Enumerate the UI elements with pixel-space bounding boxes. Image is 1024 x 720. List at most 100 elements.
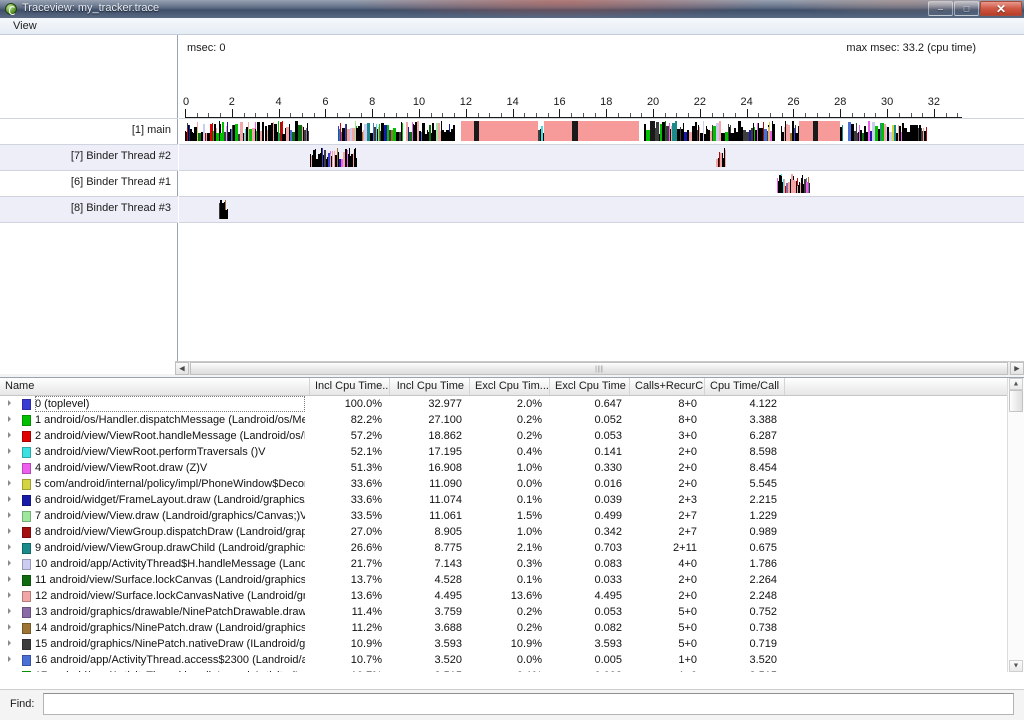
- table-row[interactable]: 12 android/view/Surface.lockCanvasNative…: [0, 588, 1007, 604]
- timeline-canvas[interactable]: msec: 0 max msec: 33.2 (cpu time) 024681…: [179, 35, 1024, 374]
- vscroll-down-arrow[interactable]: ▼: [1009, 660, 1023, 672]
- ruler-tick-major: [887, 109, 889, 117]
- expand-triangle-icon[interactable]: [8, 656, 11, 662]
- column-header-percall[interactable]: Cpu Time/Call: [705, 378, 785, 395]
- table-row[interactable]: 9 android/view/ViewGroup.drawChild (Land…: [0, 540, 1007, 556]
- column-header-inclp[interactable]: Incl Cpu Time...: [310, 378, 390, 395]
- table-row[interactable]: 7 android/view/View.draw (Landroid/graph…: [0, 508, 1007, 524]
- table-row[interactable]: 1 android/os/Handler.dispatchMessage (La…: [0, 412, 1007, 428]
- max-msec-label: max msec: 33.2 (cpu time): [846, 42, 976, 54]
- ruler-tick-minor: [255, 113, 257, 117]
- ruler-tick-minor: [688, 113, 690, 117]
- table-row[interactable]: 8 android/view/ViewGroup.dispatchDraw (L…: [0, 524, 1007, 540]
- column-header-exclp[interactable]: Excl Cpu Tim...: [470, 378, 550, 395]
- row-cell-exclp: 13.6%: [510, 590, 542, 602]
- thread-label-6[interactable]: [6] Binder Thread #1: [71, 176, 171, 188]
- minimize-button[interactable]: –: [928, 1, 953, 16]
- ruler-tick-minor: [676, 113, 678, 117]
- row-cell-exclp: 0.1%: [470, 668, 542, 672]
- table-row[interactable]: 15 android/graphics/NinePatch.nativeDraw…: [0, 636, 1007, 652]
- ruler-tick-label: 4: [275, 96, 282, 108]
- expand-triangle-icon[interactable]: [8, 640, 11, 646]
- table-row[interactable]: 11 android/view/Surface.lockCanvas (Land…: [0, 572, 1007, 588]
- hscroll-right-arrow[interactable]: ▶: [1010, 362, 1024, 375]
- table-row[interactable]: 5 com/android/internal/policy/impl/Phone…: [0, 476, 1007, 492]
- expand-triangle-icon[interactable]: [8, 400, 11, 406]
- thread-trace-block[interactable]: [777, 173, 810, 193]
- hscroll-thumb[interactable]: [190, 362, 1008, 375]
- expand-triangle-icon[interactable]: [8, 576, 11, 582]
- hscroll-left-arrow[interactable]: ◀: [175, 362, 189, 375]
- thread-label-8[interactable]: [8] Binder Thread #3: [71, 202, 171, 214]
- table-body[interactable]: 0 (toplevel) 100.0% 32.977 2.0% 0.647 8+0 4.12…: [0, 396, 1007, 672]
- thread-label-7[interactable]: [7] Binder Thread #2: [71, 150, 171, 162]
- table-vscrollbar[interactable]: ▲ ▼: [1007, 378, 1024, 672]
- expand-triangle-icon[interactable]: [8, 592, 11, 598]
- thread-trace-block[interactable]: [848, 121, 927, 141]
- table-row[interactable]: 6 android/widget/FrameLayout.draw (Landr…: [0, 492, 1007, 508]
- table-row[interactable]: 17 android/app/ActivityThread.handleLaun…: [0, 668, 1007, 672]
- row-cell-incl: 8.775: [434, 542, 462, 554]
- expand-triangle-icon[interactable]: [8, 432, 11, 438]
- row-cell-incl: 11.061: [429, 510, 462, 522]
- thread-timeline-row[interactable]: [179, 144, 1024, 170]
- row-cell-percall: 8.454: [749, 462, 777, 474]
- expand-triangle-icon[interactable]: [8, 512, 11, 518]
- column-header-name[interactable]: Name: [0, 378, 310, 395]
- table-row[interactable]: 10 android/app/ActivityThread$H.handleMe…: [0, 556, 1007, 572]
- row-cell-percall: 3.520: [749, 654, 777, 666]
- expand-triangle-icon[interactable]: [8, 624, 11, 630]
- thread-trace-block[interactable]: [310, 147, 357, 167]
- table-row[interactable]: 14 android/graphics/NinePatch.draw (Land…: [0, 620, 1007, 636]
- vscroll-thumb[interactable]: [1009, 390, 1023, 412]
- expand-triangle-icon[interactable]: [8, 560, 11, 566]
- ruler-tick-label: 6: [322, 96, 329, 108]
- thread-trace-block[interactable]: [338, 121, 403, 141]
- vscroll-up-arrow[interactable]: ▲: [1009, 378, 1023, 390]
- timeline-ruler: 0 2 4 6 8 10 12 14 16 18 20 22 24 26 28 30 32: [183, 90, 962, 118]
- find-input[interactable]: [43, 693, 1014, 715]
- table-row[interactable]: 16 android/app/ActivityThread.access$230…: [0, 652, 1007, 668]
- thread-label-1[interactable]: [1] main: [132, 124, 171, 136]
- chevron-right-icon: ▶: [1014, 365, 1020, 372]
- close-button[interactable]: ✕: [980, 1, 1022, 16]
- expand-triangle-icon[interactable]: [8, 416, 11, 422]
- expand-triangle-icon[interactable]: [8, 608, 11, 614]
- row-color-swatch: [22, 511, 31, 522]
- thread-timeline-row[interactable]: [179, 196, 1024, 222]
- expand-triangle-icon[interactable]: [8, 448, 11, 454]
- row-color-swatch: [22, 607, 31, 618]
- column-header-incl[interactable]: Incl Cpu Time: [390, 378, 470, 395]
- row-cell-percall: 0.752: [749, 606, 777, 618]
- thread-trace-block[interactable]: [643, 121, 775, 141]
- table-row[interactable]: 3 android/view/ViewRoot.performTraversal…: [0, 444, 1007, 460]
- ruler-tick-minor: [524, 113, 526, 117]
- expand-triangle-icon[interactable]: [8, 496, 11, 502]
- table-row[interactable]: 4 android/view/ViewRoot.draw (Z)V 51.3% 16…: [0, 460, 1007, 476]
- expand-triangle-icon[interactable]: [8, 464, 11, 470]
- profile-table-panel: Name Incl Cpu Time... Incl Cpu Time Excl Cp…: [0, 377, 1024, 689]
- expand-triangle-icon[interactable]: [8, 544, 11, 550]
- column-header-excl[interactable]: Excl Cpu Time: [550, 378, 630, 395]
- table-row[interactable]: 13 android/graphics/drawable/NinePatchDr…: [0, 604, 1007, 620]
- table-row[interactable]: 0 (toplevel) 100.0% 32.977 2.0% 0.647 8+0 4.12…: [0, 396, 1007, 412]
- thread-trace-block[interactable]: [218, 199, 229, 219]
- thread-trace-block[interactable]: [716, 147, 726, 167]
- row-cell-calls: 2+0: [678, 478, 697, 490]
- table-row[interactable]: 2 android/view/ViewRoot.handleMessage (L…: [0, 428, 1007, 444]
- row-method-name: 6 android/widget/FrameLayout.draw (Landr…: [35, 494, 305, 506]
- menu-item-view[interactable]: View: [6, 19, 44, 33]
- thread-trace-block[interactable]: [185, 121, 310, 141]
- expand-triangle-icon[interactable]: [8, 480, 11, 486]
- ruler-tick-minor: [547, 113, 549, 117]
- expand-triangle-icon[interactable]: [8, 528, 11, 534]
- thread-trace-block[interactable]: [406, 121, 456, 141]
- row-cell-percall: 0.738: [749, 622, 777, 634]
- maximize-button[interactable]: □: [954, 1, 979, 16]
- ruler-tick-minor: [617, 113, 619, 117]
- timeline-hscrollbar[interactable]: ◀ ▶: [175, 361, 1024, 375]
- column-header-calls[interactable]: Calls+RecurC...: [630, 378, 705, 395]
- row-color-swatch: [22, 463, 31, 474]
- thread-timeline-row[interactable]: [179, 170, 1024, 196]
- find-bar: Find:: [0, 689, 1024, 720]
